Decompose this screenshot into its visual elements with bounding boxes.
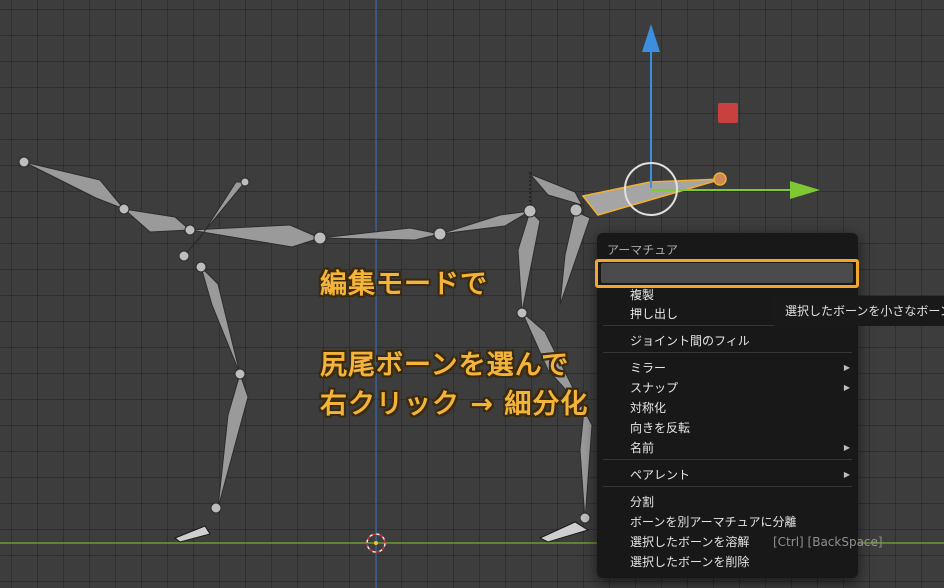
gizmo-z-arrow-icon [642,24,660,52]
menu-separator [603,486,852,487]
tooltip: 選択したボーンを小さなボーンの [772,296,944,326]
menu-item-12[interactable]: 選択したボーンを溶解 [Ctrl] [BackSpace] [597,532,883,552]
bone-front-shoulder [183,181,247,257]
menu-item-label: 押し出し [630,307,679,321]
bone-front-upper-leg [200,266,241,375]
gizmo-x-arrow-icon [790,181,820,199]
menu-item-label: 選択したボーンを削除 [630,555,750,569]
menu-item-7[interactable]: 向きを反転 [597,418,858,438]
menu-item-label: ボーンを別アーマチュアに分離 [630,515,797,529]
menu-item-4[interactable]: ミラー ▶ [597,358,858,378]
bone-front-lower-leg [217,372,249,509]
bone-spine-back [319,227,441,241]
tooltip-text: 選択したボーンを小さなボーンの [785,304,944,318]
menu-item-8[interactable]: 名前 ▶ [597,438,858,458]
menu-item-label: ペアレント [630,468,691,482]
bone-head [23,161,125,210]
menu-item-label: ジョイント間のフィル [630,334,750,348]
menu-item-9[interactable]: ペアレント ▶ [597,465,858,485]
menu-item-11[interactable]: ボーンを別アーマチュアに分離 [597,512,858,532]
3d-viewport[interactable]: 編集モードで 尻尾ボーンを選んで 右クリック → 細分化 アーマチュア 細分化複… [0,0,944,588]
gizmo-plane-handle-icon [718,103,738,123]
submenu-arrow-icon: ▶ [843,443,850,452]
menu-title: アーマチュア [607,243,679,257]
bone-back-thigh-a [517,210,541,313]
bone-spine-hip [439,210,531,235]
menu-item-label: 向きを反転 [630,421,691,435]
menu-item-label: 対称化 [630,401,667,415]
annotation-select-tail: 尻尾ボーンを選んで [320,350,570,381]
menu-item-10[interactable]: 分割 [597,492,858,512]
bone-back-lower-b [579,408,593,521]
menu-item-label: スナップ [630,381,679,395]
menu-item-3[interactable]: ジョイント間のフィル [597,331,858,351]
menu-item-13[interactable]: 選択したボーンを削除 [597,552,858,572]
menu-item-label: 名前 [630,441,655,455]
menu-item-label: 複製 [630,288,655,302]
menu-item-6[interactable]: 対称化 [597,398,858,418]
menu-item-label: 分割 [630,495,655,509]
annotation-right-click: 右クリック → 細分化 [320,389,589,420]
bone-spine-front [189,224,322,248]
submenu-arrow-icon: ▶ [843,363,850,372]
bone-neck [122,208,192,233]
bones[interactable] [23,161,593,521]
submenu-arrow-icon: ▶ [843,470,850,479]
menu-separator [603,352,852,353]
highlight-frame [595,259,859,288]
selected-tail-bone[interactable] [581,178,723,216]
feet-bones[interactable] [174,521,590,543]
menu-item-label: ミラー [630,361,667,375]
menu-item-shortcut: [Ctrl] [BackSpace] [773,535,883,549]
menu-item-5[interactable]: スナップ ▶ [597,378,858,398]
submenu-arrow-icon: ▶ [843,383,850,392]
bone-back-thigh-b [559,210,591,306]
menu-separator [603,459,852,460]
annotation-edit-mode: 編集モードで [320,269,488,300]
bone-hip-top [529,173,584,206]
menu-item-label: 選択したボーンを溶解 [630,535,750,549]
